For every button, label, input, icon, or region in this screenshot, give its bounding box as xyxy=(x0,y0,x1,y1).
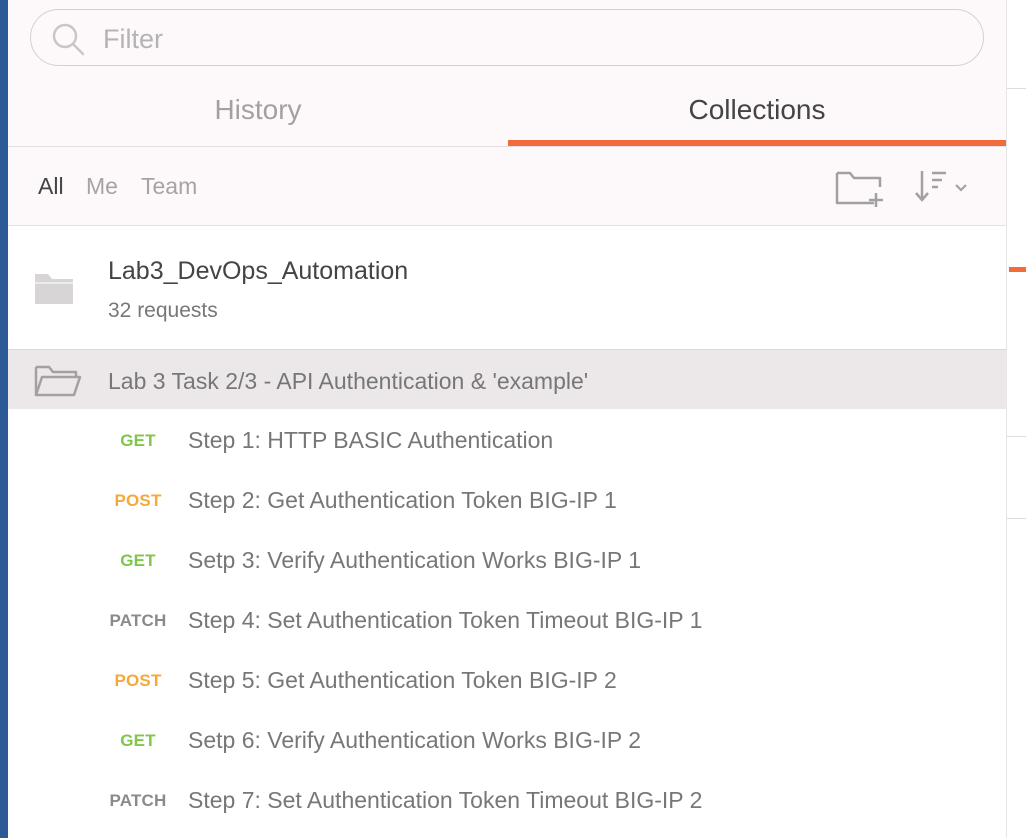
filter-me[interactable]: Me xyxy=(86,173,118,200)
tab-history[interactable]: History xyxy=(8,92,508,146)
collection-name: Lab3_DevOps_Automation xyxy=(108,257,409,285)
folder-icon xyxy=(35,274,73,304)
main-pane-edge xyxy=(1006,0,1026,838)
request-item[interactable]: PATCH Step 7: Set Authentication Token T… xyxy=(8,771,1006,831)
folder-open-icon xyxy=(34,365,82,397)
request-item[interactable]: POST Step 2: Get Authentication Token BI… xyxy=(8,471,1006,531)
filter-input[interactable] xyxy=(101,18,965,60)
filter-team[interactable]: Team xyxy=(141,173,197,200)
request-item[interactable]: GET Step 1: HTTP BASIC Authentication xyxy=(8,411,1006,471)
request-name: Step 4: Set Authentication Token Timeout… xyxy=(188,607,703,633)
window-left-edge xyxy=(0,0,8,838)
method-badge: PATCH xyxy=(109,611,167,630)
request-name: Setp 3: Verify Authentication Works BIG-… xyxy=(188,547,641,573)
divider xyxy=(1007,88,1026,89)
request-item[interactable]: PATCH Step 4: Set Authentication Token T… xyxy=(8,591,1006,651)
request-item[interactable]: GET Setp 3: Verify Authentication Works … xyxy=(8,531,1006,591)
request-item[interactable]: GET Setp 6: Verify Authentication Works … xyxy=(8,711,1006,771)
method-badge: POST xyxy=(114,671,162,690)
request-name: Step 2: Get Authentication Token BIG-IP … xyxy=(188,487,617,513)
collection-request-count: 32 requests xyxy=(108,299,218,322)
sidebar-panel: History Collections All Me Team Lab3_Dev… xyxy=(8,0,1006,838)
collection-item[interactable]: Lab3_DevOps_Automation 32 requests xyxy=(8,227,1006,349)
filter-search-box[interactable] xyxy=(30,9,984,66)
request-name: Step 1: HTTP BASIC Authentication xyxy=(188,427,554,453)
tab-collections[interactable]: Collections xyxy=(508,92,1006,146)
request-name: Setp 6: Verify Authentication Works BIG-… xyxy=(188,727,641,753)
method-badge: GET xyxy=(120,731,156,750)
method-badge: GET xyxy=(120,431,156,450)
divider xyxy=(1007,518,1026,519)
filter-all[interactable]: All xyxy=(38,173,64,200)
request-name: Step 5: Get Authentication Token BIG-IP … xyxy=(188,667,617,693)
sidebar-header: History Collections xyxy=(8,0,1006,146)
method-badge: PATCH xyxy=(109,791,167,810)
folder-item[interactable]: Lab 3 Task 2/3 - API Authentication & 'e… xyxy=(8,349,1006,409)
divider xyxy=(1007,436,1026,437)
collection-filter-bar: All Me Team xyxy=(8,146,1006,226)
request-item[interactable]: POST Step 5: Get Authentication Token BI… xyxy=(8,651,1006,711)
method-badge: POST xyxy=(114,491,162,510)
method-badge: GET xyxy=(120,551,156,570)
new-folder-icon[interactable] xyxy=(834,165,888,209)
search-icon xyxy=(52,23,85,56)
active-tab-indicator-edge xyxy=(1009,267,1026,272)
request-name: Step 7: Set Authentication Token Timeout… xyxy=(188,787,703,813)
sort-icon[interactable] xyxy=(912,165,974,209)
folder-name: Lab 3 Task 2/3 - API Authentication & 'e… xyxy=(108,368,589,394)
